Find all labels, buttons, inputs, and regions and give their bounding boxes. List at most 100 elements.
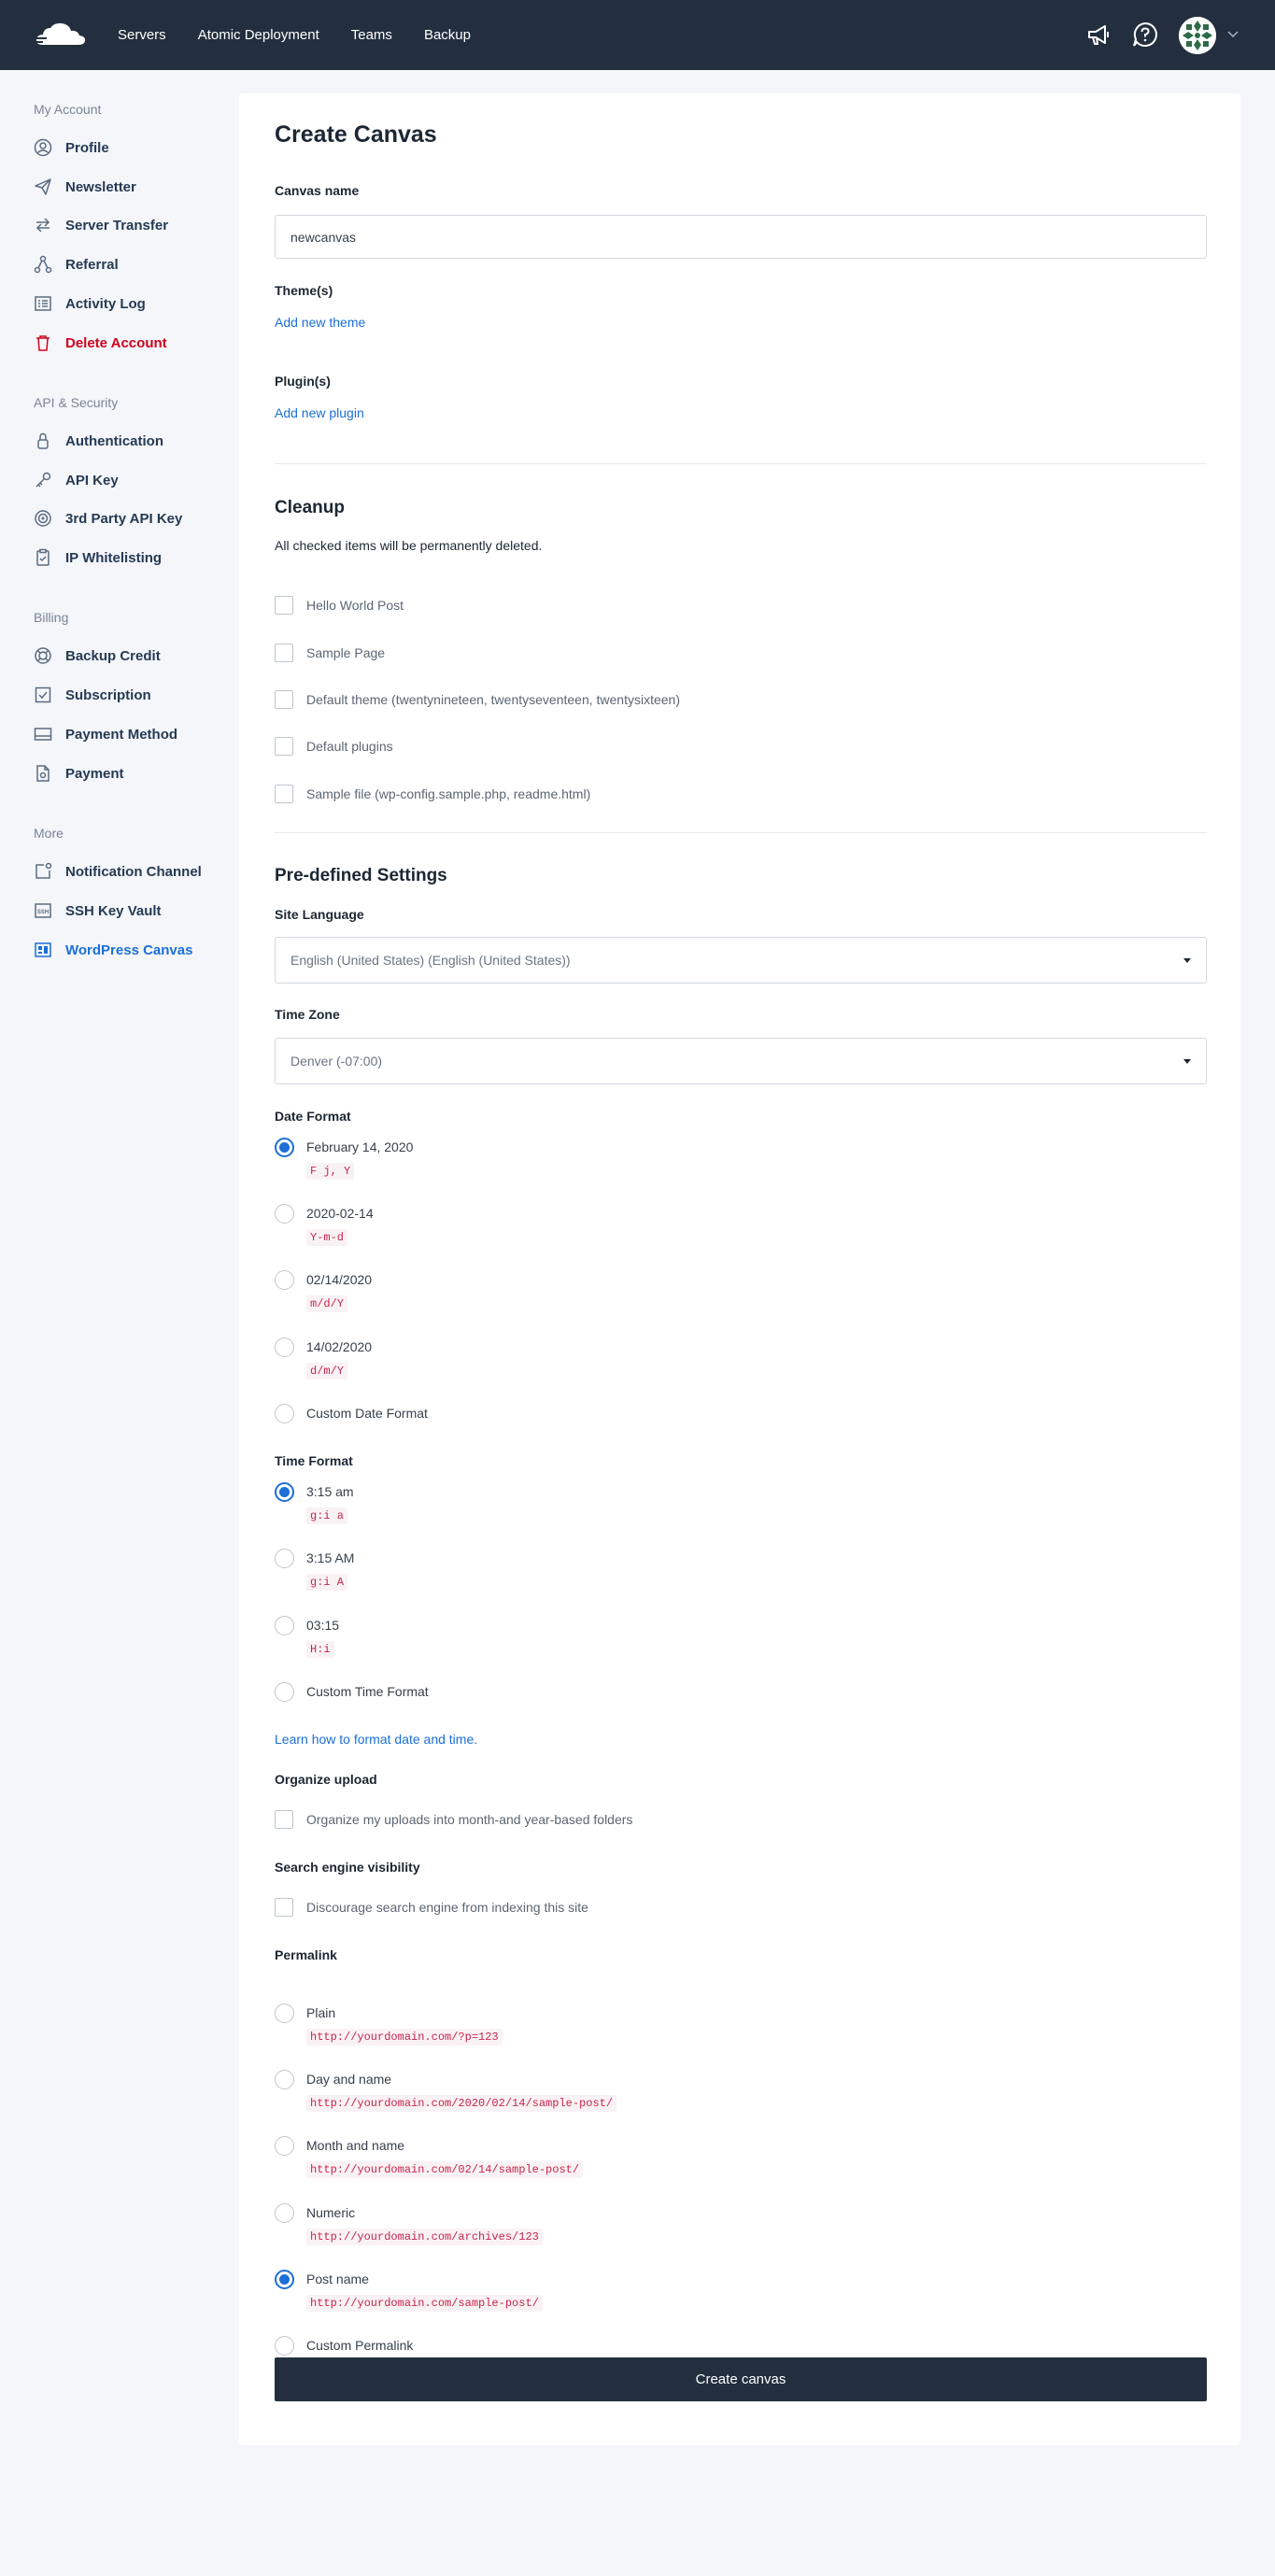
organize-upload-checkbox[interactable]: Organize my uploads into month-and year-…: [275, 1810, 632, 1829]
divider: [275, 463, 1207, 464]
time-format-code: g:i A: [306, 1574, 348, 1591]
sidebar-item-ip-whitelisting[interactable]: IP Whitelisting: [34, 546, 162, 569]
checkbox-label: Default plugins: [306, 739, 393, 754]
date-format-code: Y-m-d: [306, 1229, 348, 1246]
checkbox[interactable]: [275, 1810, 293, 1829]
checkbox-label: Sample file (wp-config.sample.php, readm…: [306, 786, 591, 801]
sidebar-item-payment-method[interactable]: Payment Method: [34, 723, 177, 745]
sidebar-item-label: IP Whitelisting: [65, 549, 163, 566]
target-icon: [34, 509, 52, 528]
permalink-option-label: Numeric: [306, 2205, 356, 2220]
caret-down-icon: [1183, 1058, 1191, 1064]
avatar-pattern-icon: [1179, 17, 1216, 54]
permalink-option-label: Day and name: [306, 2072, 392, 2087]
sidebar-item-activity-log[interactable]: Activity Log: [34, 292, 146, 315]
sidebar-item-notification-channel[interactable]: Notification Channel: [34, 860, 202, 883]
radio[interactable]: [275, 1204, 294, 1224]
nav-backup[interactable]: Backup: [424, 27, 471, 43]
cloud-logo-icon[interactable]: [34, 21, 88, 49]
sidebar-item-label: Subscription: [65, 686, 151, 703]
radio[interactable]: [275, 2003, 294, 2023]
checkbox[interactable]: [275, 596, 293, 615]
create-canvas-button[interactable]: Create canvas: [275, 2357, 1207, 2401]
radio[interactable]: [275, 2070, 294, 2089]
time-zone-label: Time Zone: [275, 1007, 340, 1022]
sidebar-item-referral[interactable]: Referral: [34, 253, 119, 276]
checkbox[interactable]: [275, 737, 293, 756]
checkbox[interactable]: [275, 785, 293, 803]
lifebuoy-icon: [34, 646, 52, 665]
radio[interactable]: [275, 1404, 294, 1423]
cleanup-description: All checked items will be permanently de…: [275, 538, 543, 553]
permalink-option-label: Post name: [306, 2272, 369, 2286]
site-language-select[interactable]: English (United States) (English (United…: [275, 937, 1207, 984]
checkbox[interactable]: [275, 644, 293, 662]
time-zone-select[interactable]: Denver (-07:00): [275, 1038, 1207, 1084]
radio[interactable]: [275, 1682, 294, 1702]
sidebar-item-newsletter[interactable]: Newsletter: [34, 176, 136, 198]
sidebar-item-wordpress-canvas[interactable]: WordPress Canvas: [34, 939, 192, 961]
permalink-code: http://yourdomain.com/sample-post/: [306, 2295, 543, 2312]
chevron-down-icon[interactable]: [1225, 26, 1240, 41]
checkbox-label: Default theme (twentynineteen, twentysev…: [306, 692, 680, 707]
user-circle-icon: [34, 138, 52, 157]
ssh-icon: SSH: [34, 901, 52, 920]
date-format-option-label: 14/02/2020: [306, 1339, 373, 1354]
plugins-label: Plugin(s): [275, 374, 331, 389]
date-format-code: m/d/Y: [306, 1295, 348, 1312]
sidebar-item-label: Authentication: [65, 432, 163, 449]
avatar[interactable]: [1179, 17, 1216, 54]
cleanup-sample-file-checkbox[interactable]: Sample file (wp-config.sample.php, readm…: [275, 785, 590, 803]
canvas-icon: [34, 941, 52, 959]
permalink-option-label: Plain: [306, 2005, 336, 2020]
radio[interactable]: [275, 1616, 294, 1635]
create-canvas-card: Create Canvas Canvas name Theme(s) Add n…: [239, 93, 1240, 2445]
time-format-code: H:i: [306, 1641, 334, 1658]
sidebar-item-profile[interactable]: Profile: [34, 136, 109, 159]
radio-selected[interactable]: [275, 1482, 294, 1502]
megaphone-icon[interactable]: [1084, 21, 1112, 49]
checkbox-label: Discourage search engine from indexing t…: [306, 1900, 588, 1915]
sidebar-item-payment[interactable]: Payment: [34, 762, 124, 785]
add-plugin-link[interactable]: Add new plugin: [275, 405, 364, 420]
nav-servers[interactable]: Servers: [118, 27, 166, 43]
sidebar-item-delete-account[interactable]: Delete Account: [34, 332, 167, 354]
cleanup-hello-world-checkbox[interactable]: Hello World Post: [275, 596, 404, 615]
search-engine-visibility-checkbox[interactable]: Discourage search engine from indexing t…: [275, 1898, 588, 1917]
radio-selected[interactable]: [275, 1138, 294, 1157]
nav-teams[interactable]: Teams: [351, 27, 392, 43]
sidebar-item-subscription[interactable]: Subscription: [34, 684, 151, 706]
sidebar-item-authentication[interactable]: Authentication: [34, 430, 163, 452]
cleanup-default-theme-checkbox[interactable]: Default theme (twentynineteen, twentysev…: [275, 690, 680, 709]
canvas-name-input[interactable]: [275, 215, 1207, 259]
checkbox[interactable]: [275, 1898, 293, 1917]
sidebar-item-api-key[interactable]: API Key: [34, 469, 119, 491]
sidebar-item-3rd-party-api-key[interactable]: 3rd Party API Key: [34, 507, 182, 530]
time-format-option-label: 3:15 AM: [306, 1550, 355, 1565]
radio[interactable]: [275, 2203, 294, 2223]
checkbox-label: Sample Page: [306, 645, 386, 660]
radio[interactable]: [275, 2136, 294, 2156]
radio[interactable]: [275, 2336, 294, 2356]
radio[interactable]: [275, 1549, 294, 1568]
radio[interactable]: [275, 1338, 294, 1357]
learn-date-time-format-link[interactable]: Learn how to format date and time.: [275, 1732, 477, 1747]
sidebar-section-billing: Billing: [34, 610, 69, 625]
sidebar-section-my-account: My Account: [34, 102, 102, 117]
sidebar-item-ssh-key-vault[interactable]: SSH SSH Key Vault: [34, 899, 162, 922]
date-format-option-label: February 14, 2020: [306, 1139, 414, 1154]
cleanup-sample-page-checkbox[interactable]: Sample Page: [275, 644, 385, 662]
network-icon: [34, 255, 52, 274]
add-theme-link[interactable]: Add new theme: [275, 315, 365, 330]
time-format-option-label: 3:15 am: [306, 1484, 354, 1499]
checkbox[interactable]: [275, 690, 293, 709]
radio[interactable]: [275, 1270, 294, 1290]
nav-atomic-deployment[interactable]: Atomic Deployment: [198, 27, 319, 43]
help-icon[interactable]: [1131, 21, 1159, 49]
radio-selected[interactable]: [275, 2270, 294, 2289]
cleanup-default-plugins-checkbox[interactable]: Default plugins: [275, 737, 393, 756]
sidebar-item-label: SSH Key Vault: [65, 902, 162, 919]
sidebar-item-server-transfer[interactable]: Server Transfer: [34, 214, 168, 236]
sidebar-item-backup-credit[interactable]: Backup Credit: [34, 644, 161, 667]
sidebar-item-label: API Key: [65, 472, 119, 488]
